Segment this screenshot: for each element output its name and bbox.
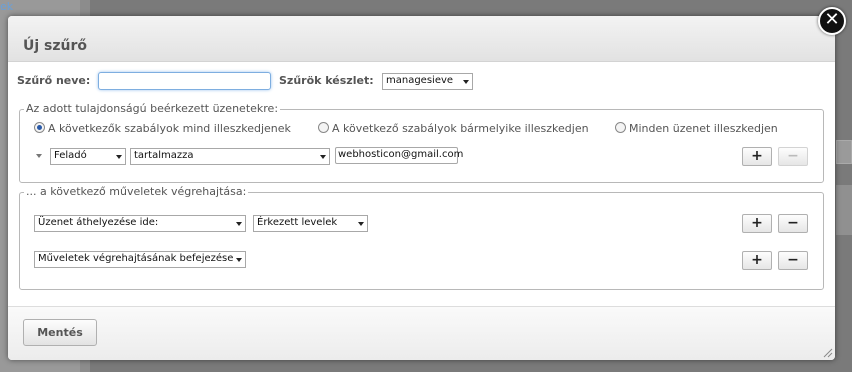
background-panel-edge-lower xyxy=(836,185,852,235)
rule-operator-select[interactable]: tartalmazza xyxy=(130,148,330,165)
actions-legend: ... a következő műveletek végrehajtása: xyxy=(24,185,249,198)
match-any-label: A következő szabályok bármelyike illeszk… xyxy=(332,122,589,135)
filter-name-label: Szűrő neve: xyxy=(17,74,91,87)
add-action-button-1[interactable]: + xyxy=(742,214,772,233)
rule-header-value: Feladó xyxy=(54,150,87,161)
rule-header-select[interactable]: Feladó xyxy=(50,148,126,165)
remove-action-button-2[interactable]: − xyxy=(778,251,808,270)
rule-operator-value: tartalmazza xyxy=(134,150,194,161)
match-all-option[interactable]: A következők szabályok mind illeszkedjen… xyxy=(34,122,291,135)
match-all-label: A következők szabályok mind illeszkedjen… xyxy=(48,122,291,135)
action-target-folder-select[interactable]: Érkezett levelek xyxy=(253,215,368,232)
background-link: ek xyxy=(0,0,14,13)
filter-set-label: Szűrök készlet: xyxy=(279,74,374,87)
match-all-messages-option[interactable]: Minden üzenet illeszkedjen xyxy=(615,122,778,135)
radio-unchecked-icon[interactable] xyxy=(318,122,329,133)
chevron-down-icon xyxy=(236,258,242,262)
actions-fieldset xyxy=(19,192,824,290)
conditions-legend: Az adott tulajdonságú beérkezett üzenete… xyxy=(24,102,281,115)
action-target-value: Érkezett levelek xyxy=(257,217,338,228)
chevron-down-icon xyxy=(116,155,122,159)
add-rule-button[interactable]: + xyxy=(742,147,772,166)
save-button[interactable]: Mentés xyxy=(23,319,97,346)
action-value-1: Üzenet áthelyezése ide: xyxy=(38,217,159,228)
conditions-fieldset xyxy=(19,109,824,183)
rule-value-text: webhosticon@gmail.com xyxy=(338,149,464,160)
action-value-2: Műveletek végrehajtásának befejezése xyxy=(38,253,234,264)
rule-advanced-toggle-icon[interactable] xyxy=(36,154,42,158)
filter-set-value: managesieve xyxy=(386,75,454,86)
filter-set-select[interactable]: managesieve xyxy=(382,73,473,90)
rule-value-input[interactable]: webhosticon@gmail.com xyxy=(335,147,463,164)
dialog-footer: Mentés xyxy=(8,306,835,360)
chevron-down-icon xyxy=(320,155,326,159)
match-all-messages-label: Minden üzenet illeszkedjen xyxy=(629,122,778,135)
dialog-header: Új szűrő xyxy=(8,16,835,62)
add-action-button-2[interactable]: + xyxy=(742,251,772,270)
close-button[interactable]: ✕ xyxy=(818,7,846,35)
radio-unchecked-icon[interactable] xyxy=(615,122,626,133)
match-any-option[interactable]: A következő szabályok bármelyike illeszk… xyxy=(318,122,589,135)
radio-checked-icon[interactable] xyxy=(34,122,45,133)
action-select-1[interactable]: Üzenet áthelyezése ide: xyxy=(34,215,246,232)
dialog-title: Új szűrő xyxy=(23,38,88,54)
chevron-down-icon xyxy=(236,222,242,226)
chevron-down-icon xyxy=(358,222,364,226)
resize-grip-icon[interactable] xyxy=(821,346,833,358)
new-filter-dialog: Új szűrő Szűrő neve: Szűrök készlet: man… xyxy=(8,16,835,360)
chevron-down-icon xyxy=(463,80,469,84)
action-select-2[interactable]: Műveletek végrehajtásának befejezése xyxy=(34,251,246,268)
remove-action-button-1[interactable]: − xyxy=(778,214,808,233)
remove-rule-button[interactable]: − xyxy=(778,147,808,166)
filter-name-input[interactable] xyxy=(98,72,271,90)
background-panel-edge xyxy=(836,140,852,164)
